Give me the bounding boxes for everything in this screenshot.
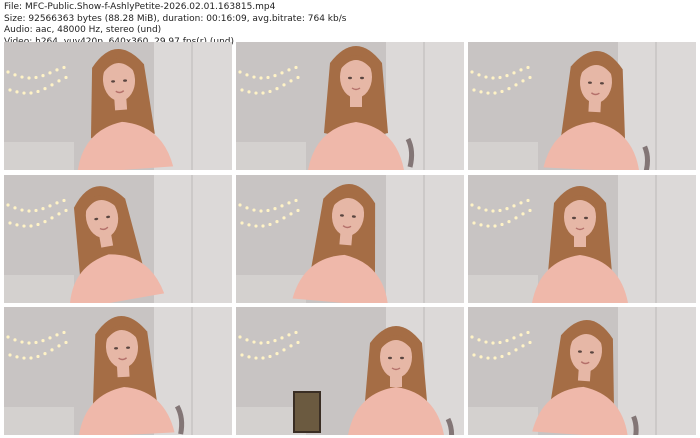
video-thumbnail <box>468 175 696 303</box>
video-thumbnail <box>236 42 464 170</box>
video-thumbnail <box>468 307 696 435</box>
video-thumbnail <box>4 42 232 170</box>
thumbnail-grid <box>4 42 696 435</box>
video-thumbnail <box>4 307 232 435</box>
video-thumbnail <box>4 175 232 303</box>
video-thumbnail <box>236 175 464 303</box>
video-thumbnail <box>468 42 696 170</box>
video-thumbnail <box>236 307 464 435</box>
audio-info-line: Audio: aac, 48000 Hz, stereo (und) <box>4 25 162 35</box>
file-size-line: Size: 92566363 bytes (88.28 MiB), durati… <box>4 13 347 24</box>
file-name-line: File: MFC-Public.Show-f-AshlyPetite-2026… <box>4 2 276 12</box>
